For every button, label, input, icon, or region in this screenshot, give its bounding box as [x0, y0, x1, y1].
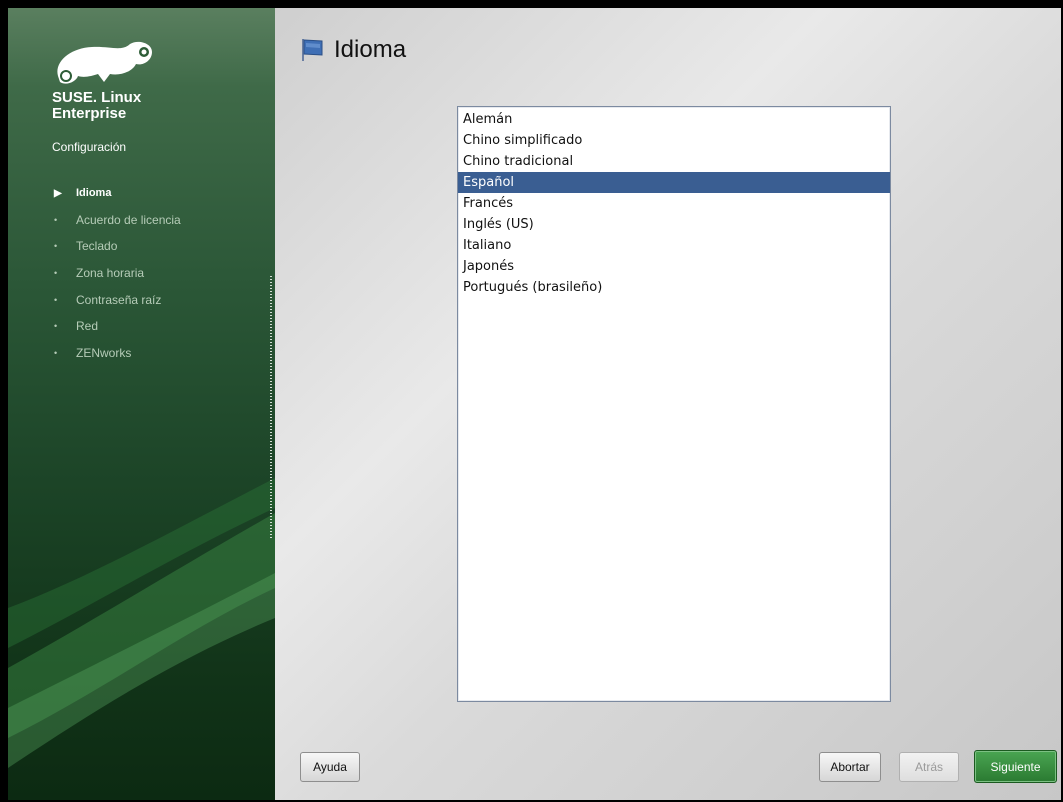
- page-header: Idioma: [300, 36, 406, 64]
- triangle-right-icon: ▶: [54, 187, 62, 199]
- step-zona-horaria: • Zona horaria: [52, 260, 181, 287]
- back-button[interactable]: Atrás: [899, 752, 959, 782]
- splitter-handle[interactable]: [270, 276, 272, 538]
- sidebar-background: [8, 478, 275, 768]
- list-item[interactable]: Francés: [458, 193, 890, 214]
- product-name-line1: SUSE. Linux: [52, 89, 142, 106]
- dot-bullet-icon: •: [54, 294, 58, 305]
- next-button[interactable]: Siguiente: [974, 750, 1057, 783]
- section-title: Configuración: [52, 140, 127, 154]
- step-contrasena-raiz: • Contraseña raíz: [52, 286, 181, 313]
- step-list: ▶ Idioma • Acuerdo de licencia • Teclado…: [52, 180, 181, 366]
- step-label: Idioma: [76, 187, 112, 200]
- help-button[interactable]: Ayuda: [300, 752, 360, 782]
- language-list[interactable]: Alemán Chino simplificado Chino tradicio…: [457, 106, 891, 702]
- dot-bullet-icon: •: [54, 268, 58, 279]
- main-panel: Idioma Alemán Chino simplificado Chino t…: [275, 8, 1061, 800]
- list-item[interactable]: Inglés (US): [458, 214, 890, 235]
- list-item[interactable]: Italiano: [458, 235, 890, 256]
- step-idioma: ▶ Idioma: [52, 180, 181, 207]
- step-label: Contraseña raíz: [76, 292, 162, 307]
- step-label: Acuerdo de licencia: [76, 212, 181, 227]
- step-label: Red: [76, 319, 99, 334]
- dot-bullet-icon: •: [54, 321, 58, 332]
- flag-icon: [302, 39, 323, 61]
- step-zenworks: • ZENworks: [52, 340, 181, 367]
- list-item[interactable]: Alemán: [458, 109, 890, 130]
- dot-bullet-icon: •: [54, 241, 58, 252]
- list-item[interactable]: Chino simplificado: [458, 130, 890, 151]
- step-label: Zona horaria: [76, 266, 145, 281]
- installer-window: SUSE. Linux Enterprise Configuración ▶ I…: [8, 8, 1061, 800]
- product-name: SUSE. Linux Enterprise: [52, 90, 141, 122]
- product-name-line2: Enterprise: [52, 105, 127, 122]
- abort-button[interactable]: Abortar: [819, 752, 881, 782]
- dot-bullet-icon: •: [54, 347, 58, 358]
- sidebar: SUSE. Linux Enterprise Configuración ▶ I…: [8, 8, 275, 800]
- page-title: Idioma: [334, 36, 407, 63]
- step-red: • Red: [52, 313, 181, 340]
- list-item[interactable]: Portugués (brasileño): [458, 277, 890, 298]
- list-item-selected[interactable]: Español: [458, 172, 890, 193]
- step-teclado: • Teclado: [52, 233, 181, 260]
- dot-bullet-icon: •: [54, 214, 58, 225]
- step-acuerdo-de-licencia: • Acuerdo de licencia: [52, 207, 181, 234]
- chameleon-logo-icon: [57, 41, 152, 84]
- step-label: ZENworks: [76, 345, 132, 360]
- step-label: Teclado: [76, 239, 118, 254]
- list-item[interactable]: Japonés: [458, 256, 890, 277]
- list-item[interactable]: Chino tradicional: [458, 151, 890, 172]
